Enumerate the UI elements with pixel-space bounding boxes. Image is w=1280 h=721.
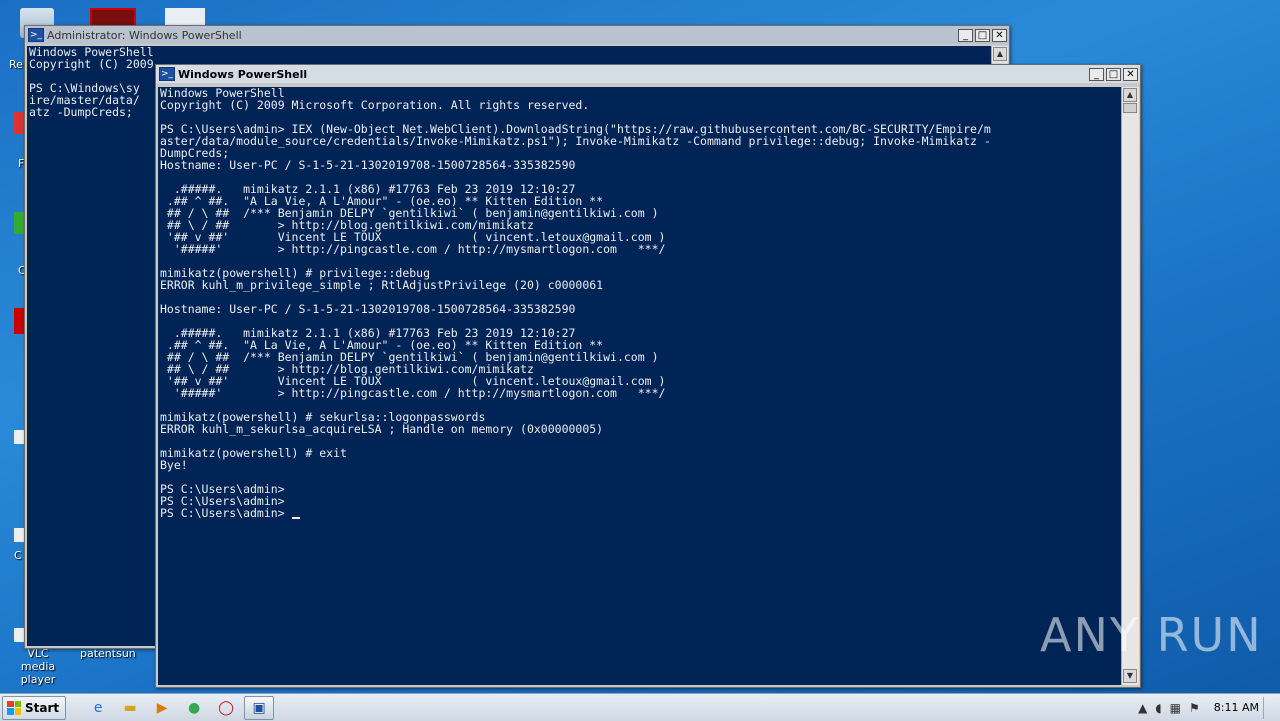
opera-icon[interactable]: ◯	[212, 697, 240, 719]
ie-icon[interactable]: e	[84, 697, 112, 719]
scroll-down-button[interactable]: ▼	[1123, 669, 1137, 683]
media-player-icon[interactable]: ▶	[148, 697, 176, 719]
minimize-button[interactable]: _	[958, 28, 973, 42]
scroll-thumb[interactable]	[1123, 103, 1137, 113]
title-bar[interactable]: >_ Administrator: Windows PowerShell _ □…	[25, 26, 1009, 44]
scroll-up-button[interactable]: ▲	[993, 47, 1007, 61]
window-title: Administrator: Windows PowerShell	[47, 28, 242, 42]
volume-icon[interactable]: ◖	[1155, 701, 1161, 715]
text-cursor	[291, 517, 300, 519]
start-label: Start	[25, 700, 60, 715]
powershell-taskbar-icon[interactable]: ▣	[244, 695, 275, 720]
chrome-icon[interactable]: ●	[180, 697, 208, 719]
maximize-button[interactable]: □	[975, 28, 990, 42]
powershell-icon: >_	[28, 28, 44, 42]
powershell-window[interactable]: >_ Windows PowerShell _ □ ✕ Windows Powe…	[155, 64, 1141, 688]
scroll-up-button[interactable]: ▲	[1123, 88, 1137, 102]
desktop-label-partial: Re	[9, 58, 23, 71]
console-text: Windows PowerShell Copyright (C) 2009 Mi…	[160, 87, 991, 520]
title-bar[interactable]: >_ Windows PowerShell _ □ ✕	[156, 65, 1140, 83]
start-button[interactable]: Start	[2, 695, 67, 720]
clock[interactable]: 8:11 AM	[1214, 701, 1259, 714]
window-title: Windows PowerShell	[178, 67, 308, 81]
windows-logo-icon	[7, 700, 21, 715]
vlc-label: VLC media player	[20, 647, 56, 686]
action-center-icon[interactable]: ⚑	[1189, 701, 1200, 715]
powershell-icon: >_	[159, 67, 175, 81]
minimize-button[interactable]: _	[1089, 67, 1104, 81]
show-hidden-icons-icon[interactable]: ▲	[1138, 701, 1147, 715]
taskbar: Start e ▬ ▶ ● ◯ ▣ ▲ ◖ ▦ ⚑ 8:11 AM	[0, 693, 1280, 721]
close-button[interactable]: ✕	[1123, 67, 1138, 81]
maximize-button[interactable]: □	[1106, 67, 1121, 81]
network-icon[interactable]: ▦	[1170, 701, 1181, 715]
close-button[interactable]: ✕	[992, 28, 1007, 42]
show-desktop-button[interactable]	[1263, 696, 1274, 719]
explorer-icon[interactable]: ▬	[116, 697, 144, 719]
desktop-label-partial: C	[14, 549, 22, 562]
anyrun-watermark: ANY RUN	[1040, 608, 1263, 662]
console-output[interactable]: Windows PowerShell Copyright (C) 2009 Mi…	[158, 87, 1124, 685]
system-tray: ▲ ◖ ▦ ⚑ 8:11 AM	[1134, 694, 1280, 721]
scrollbar[interactable]: ▲ ▼	[1121, 87, 1139, 685]
